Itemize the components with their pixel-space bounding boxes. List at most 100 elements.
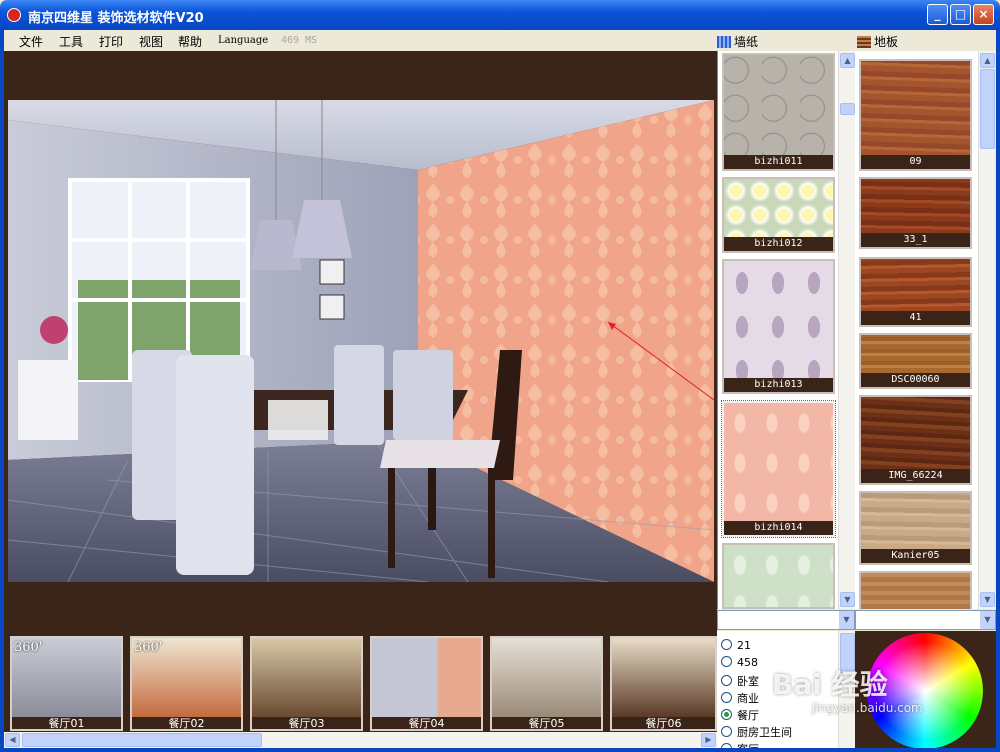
radio-icon[interactable] [721, 656, 732, 667]
wallpaper-swatch-selected[interactable]: bizhi014 [721, 400, 836, 538]
category-label: 卧室 [737, 675, 759, 688]
scroll-thumb[interactable] [840, 103, 855, 115]
tab-wallpaper[interactable]: 墙纸 [717, 33, 758, 50]
category-option[interactable]: 厨房卫生间 [721, 724, 792, 740]
floor-label: 33_1 [861, 233, 970, 247]
room-thumbnail-strip: 360' 餐厅01 360' 餐厅02 餐厅03 餐厅04 餐厅05 餐厅06 [4, 631, 717, 732]
wallpaper-label: bizhi014 [724, 521, 833, 535]
floor-preview [861, 573, 970, 609]
color-wheel[interactable] [867, 633, 983, 748]
wallpaper-category-select[interactable]: ▼ [717, 610, 855, 630]
chevron-down-icon[interactable]: ▼ [980, 611, 995, 629]
room-thumbnail[interactable]: 360' 餐厅02 [130, 636, 243, 731]
wallpaper-scrollbar[interactable]: ▲ ▼ [838, 51, 855, 609]
floor-label: DSC00060 [861, 373, 970, 387]
menu-tools[interactable]: 工具 [59, 33, 83, 50]
room-viewport[interactable] [4, 51, 717, 631]
scroll-up-arrow-icon[interactable]: ▲ [980, 53, 995, 68]
scroll-thumb[interactable] [980, 69, 995, 149]
room-label: 餐厅01 [12, 717, 121, 729]
floor-label: 41 [861, 311, 970, 325]
room-thumbnail[interactable]: 餐厅04 [370, 636, 483, 731]
category-label: 458 [737, 656, 758, 669]
close-button[interactable]: × [973, 4, 994, 25]
scroll-left-arrow-icon[interactable]: ◀ [5, 733, 20, 747]
wallpaper-swatch[interactable]: bizhi011 [722, 53, 835, 171]
floor-swatch[interactable]: IMG_66224 [859, 395, 972, 485]
thumbnail-scrollbar[interactable]: ◀ ▶ [4, 732, 717, 748]
wallpaper-preview [724, 545, 833, 607]
scroll-up-arrow-icon[interactable]: ▲ [840, 53, 855, 68]
render-time-status: 469 MS [281, 35, 318, 46]
room-label: 餐厅06 [612, 717, 715, 729]
category-option[interactable]: 客厅 [721, 741, 759, 748]
floor-icon [857, 36, 871, 48]
panorama-badge: 360' [14, 640, 43, 655]
menu-file[interactable]: 文件 [19, 33, 43, 50]
room-thumbnail[interactable]: 餐厅03 [250, 636, 363, 731]
scroll-down-arrow-icon[interactable]: ▼ [980, 592, 995, 607]
minimize-button[interactable]: _ [927, 4, 948, 25]
category-option[interactable]: 卧室 [721, 673, 759, 689]
room-preview [372, 638, 481, 717]
wallpaper-swatch[interactable]: bizhi012 [722, 177, 835, 253]
room-preview [252, 638, 361, 717]
wallpaper-swatch[interactable]: bizhi013 [722, 259, 835, 394]
room-scene[interactable] [8, 100, 714, 582]
category-label: 餐厅 [737, 709, 759, 722]
floor-swatch[interactable]: 41 [859, 257, 972, 327]
category-label: 21 [737, 639, 751, 652]
category-scrollbar[interactable] [838, 631, 855, 748]
maximize-button[interactable]: □ [950, 4, 971, 25]
category-option[interactable]: 21 [721, 639, 751, 652]
room-label: 餐厅03 [252, 717, 361, 729]
floor-list[interactable]: 09 33_1 41 DSC00060 IMG_66224 Kanier05 [855, 51, 978, 609]
title-bar: 南京四维星 装饰选材软件V20 _ □ × [0, 0, 1000, 30]
radio-icon[interactable] [721, 692, 732, 703]
room-label: 餐厅02 [132, 717, 241, 729]
menu-bar: 文件 工具 打印 视图 帮助 Language 469 MS 墙纸 地板 [0, 30, 1000, 51]
scroll-thumb[interactable] [840, 633, 855, 673]
floor-swatch[interactable] [859, 571, 972, 609]
wallpaper-label: bizhi012 [724, 237, 833, 251]
wallpaper-swatch[interactable] [722, 543, 835, 609]
floor-swatch[interactable]: DSC00060 [859, 333, 972, 389]
menu-print[interactable]: 打印 [99, 33, 123, 50]
scroll-right-arrow-icon[interactable]: ▶ [701, 733, 716, 747]
radio-icon[interactable] [721, 726, 732, 737]
radio-icon[interactable] [721, 675, 732, 686]
room-label: 餐厅05 [492, 717, 601, 729]
floor-swatch[interactable]: 09 [859, 59, 972, 171]
floor-category-select[interactable]: ▼ [855, 610, 996, 630]
scroll-thumb[interactable] [22, 733, 262, 747]
floor-scrollbar[interactable]: ▲ ▼ [978, 51, 995, 609]
floor-swatch[interactable]: 33_1 [859, 177, 972, 249]
wallpaper-preview [724, 179, 833, 237]
chevron-down-icon[interactable]: ▼ [839, 611, 854, 629]
room-thumbnail[interactable]: 360' 餐厅01 [10, 636, 123, 731]
panorama-badge: 360' [134, 640, 163, 655]
menu-language[interactable]: Language [218, 35, 268, 46]
scroll-down-arrow-icon[interactable]: ▼ [840, 592, 855, 607]
menu-help[interactable]: 帮助 [178, 33, 202, 50]
wallpaper-label: bizhi011 [724, 155, 833, 169]
menu-view[interactable]: 视图 [139, 33, 163, 50]
floor-preview [861, 397, 970, 469]
room-preview [612, 638, 715, 717]
category-option[interactable]: 商业 [721, 690, 759, 706]
category-label: 厨房卫生间 [737, 726, 792, 739]
room-thumbnail[interactable]: 餐厅05 [490, 636, 603, 731]
wallpaper-preview [724, 55, 833, 155]
app-icon [7, 8, 21, 22]
wallpaper-preview [724, 403, 833, 521]
tab-floor[interactable]: 地板 [857, 33, 898, 50]
category-option[interactable]: 458 [721, 656, 758, 669]
radio-icon[interactable] [721, 709, 732, 720]
floor-label: Kanier05 [861, 549, 970, 563]
floor-swatch[interactable]: Kanier05 [859, 491, 972, 565]
floor-label: IMG_66224 [861, 469, 970, 483]
category-option-selected[interactable]: 餐厅 [721, 707, 759, 723]
wallpaper-list[interactable]: bizhi011 bizhi012 bizhi013 bizhi014 [717, 51, 838, 609]
room-thumbnail[interactable]: 餐厅06 [610, 636, 717, 731]
radio-icon[interactable] [721, 639, 732, 650]
